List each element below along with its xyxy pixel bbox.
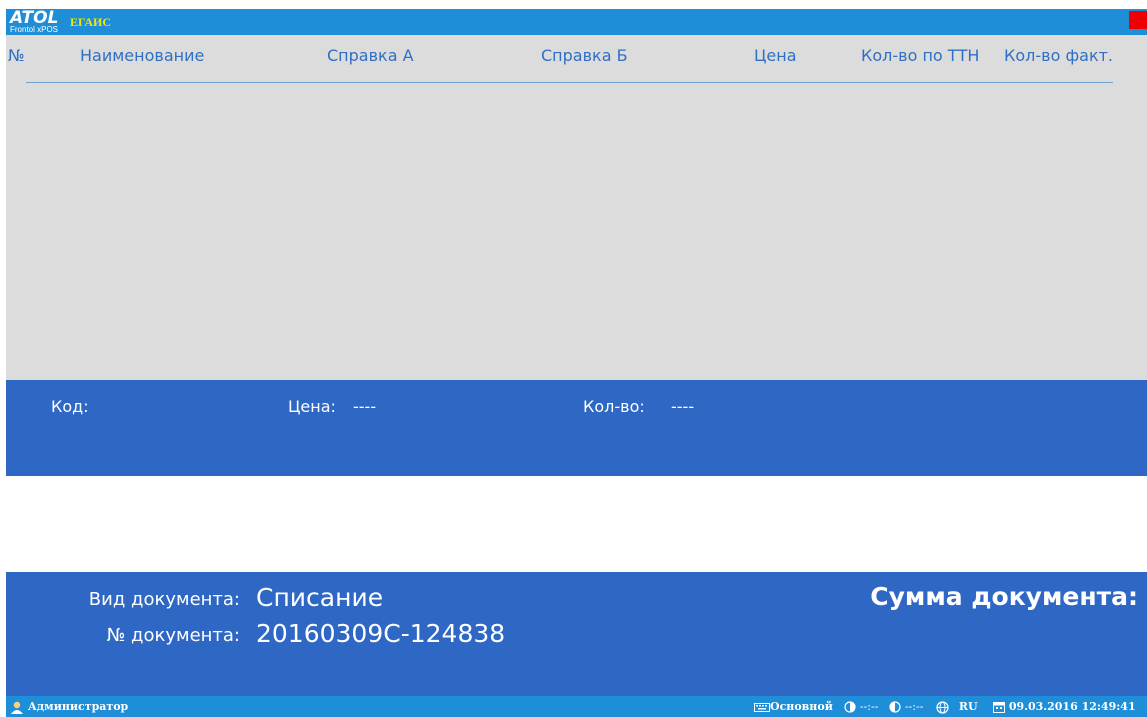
app-window: ATOL Frontol xPOS ЕГАИС № Наименование С… [6, 9, 1147, 717]
keyboard-icon [754, 702, 770, 712]
col-ref-a[interactable]: Справка А [327, 46, 414, 65]
col-ref-b[interactable]: Справка Б [541, 46, 628, 65]
time-1-value: --:-- [859, 700, 879, 713]
col-qty-fact[interactable]: Кол-во факт. [1004, 46, 1113, 65]
qty-value: ---- [671, 397, 695, 416]
code-label: Код: [51, 397, 89, 416]
clock-half-icon [844, 701, 856, 713]
doc-number-label: № документа: [106, 625, 240, 646]
col-price[interactable]: Цена [754, 46, 797, 65]
calendar-icon [993, 702, 1005, 713]
time-indicator-1: --:-- [844, 700, 878, 713]
module-title: ЕГАИС [70, 15, 111, 29]
col-name[interactable]: Наименование [80, 46, 204, 65]
moon-icon [889, 701, 901, 713]
logo-subtitle: Frontol xPOS [10, 25, 59, 34]
doc-sum-label: Сумма документа: [870, 582, 1138, 611]
doc-type-label: Вид документа: [88, 589, 240, 610]
time-indicator-2: --:-- [889, 700, 923, 713]
table-body[interactable] [6, 83, 1147, 380]
price-label: Цена: [288, 397, 336, 416]
language-indicator[interactable]: RU [936, 700, 978, 714]
status-bar: Администратор Основной --:-- --:-- RU 09… [6, 696, 1147, 717]
col-qty-ttn[interactable]: Кол-во по ТТН [861, 46, 979, 65]
doc-number-value: 20160309С-124838 [256, 619, 506, 648]
user-icon [11, 701, 23, 714]
qty-label: Кол-во: [583, 397, 645, 416]
user-status[interactable]: Администратор [10, 700, 128, 714]
col-number[interactable]: № [8, 46, 25, 65]
document-panel: Вид документа: Списание № документа: 201… [6, 572, 1147, 696]
close-button[interactable] [1129, 11, 1147, 29]
language-code: RU [958, 700, 978, 713]
time-2-value: --:-- [904, 700, 924, 713]
title-bar: ATOL Frontol xPOS ЕГАИС [6, 9, 1147, 35]
table-header: № Наименование Справка А Справка Б Цена … [6, 35, 1147, 83]
datetime-indicator: 09.03.2016 12:49:41 [993, 700, 1136, 713]
datetime-value: 09.03.2016 12:49:41 [1008, 700, 1136, 713]
globe-icon [936, 700, 949, 714]
app-logo: ATOL Frontol xPOS [10, 9, 68, 35]
keyboard-layout[interactable]: Основной [754, 700, 833, 713]
input-area[interactable] [6, 476, 1147, 572]
item-info-panel: Код: Цена: ---- Кол-во: ---- [6, 380, 1147, 476]
doc-type-value: Списание [256, 583, 384, 612]
price-value: ---- [353, 397, 377, 416]
user-name: Администратор [27, 700, 129, 713]
layout-name: Основной [770, 700, 833, 713]
